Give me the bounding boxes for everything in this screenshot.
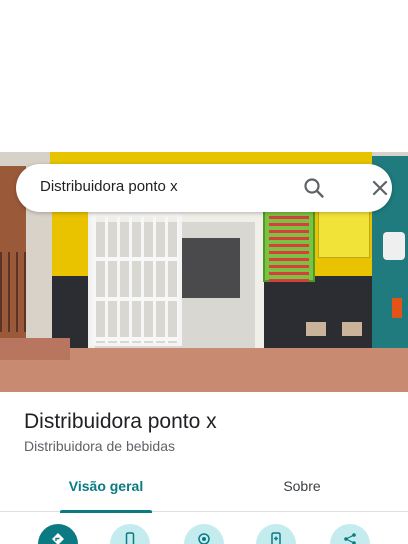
tab-overview[interactable]: Visão geral — [48, 478, 164, 513]
bingo-sign — [318, 210, 370, 258]
share-button[interactable] — [330, 524, 370, 544]
close-icon[interactable] — [368, 176, 392, 200]
action-buttons — [0, 524, 408, 544]
search-icon[interactable] — [302, 176, 326, 200]
tab-about-label: Sobre — [283, 478, 321, 494]
phone-icon — [125, 532, 135, 544]
location-icon — [198, 533, 210, 544]
tab-bar: Visão geral Sobre — [0, 472, 408, 513]
add-phone-icon — [271, 532, 281, 544]
tab-overview-label: Visão geral — [68, 478, 144, 494]
store-gate — [90, 214, 182, 346]
price-sign — [263, 210, 315, 282]
active-tab-indicator — [60, 510, 152, 513]
call-button[interactable] — [110, 524, 150, 544]
search-input[interactable]: Distribuidora ponto x — [40, 178, 178, 195]
maps-place-screen: Distribuidora ponto x Distribuidora pont… — [0, 0, 408, 544]
place-title: Distribuidora ponto x — [24, 410, 217, 433]
tab-about[interactable]: Sobre — [252, 478, 352, 512]
place-category: Distribuidora de bebidas — [24, 438, 175, 454]
add-phone-button[interactable] — [256, 524, 296, 544]
directions-icon — [52, 533, 64, 544]
location-button[interactable] — [184, 524, 224, 544]
place-info-panel: Distribuidora ponto x Distribuidora de b… — [0, 392, 408, 544]
share-icon — [344, 533, 356, 544]
search-bar[interactable]: Distribuidora ponto x — [16, 164, 392, 212]
directions-button[interactable] — [38, 524, 78, 544]
